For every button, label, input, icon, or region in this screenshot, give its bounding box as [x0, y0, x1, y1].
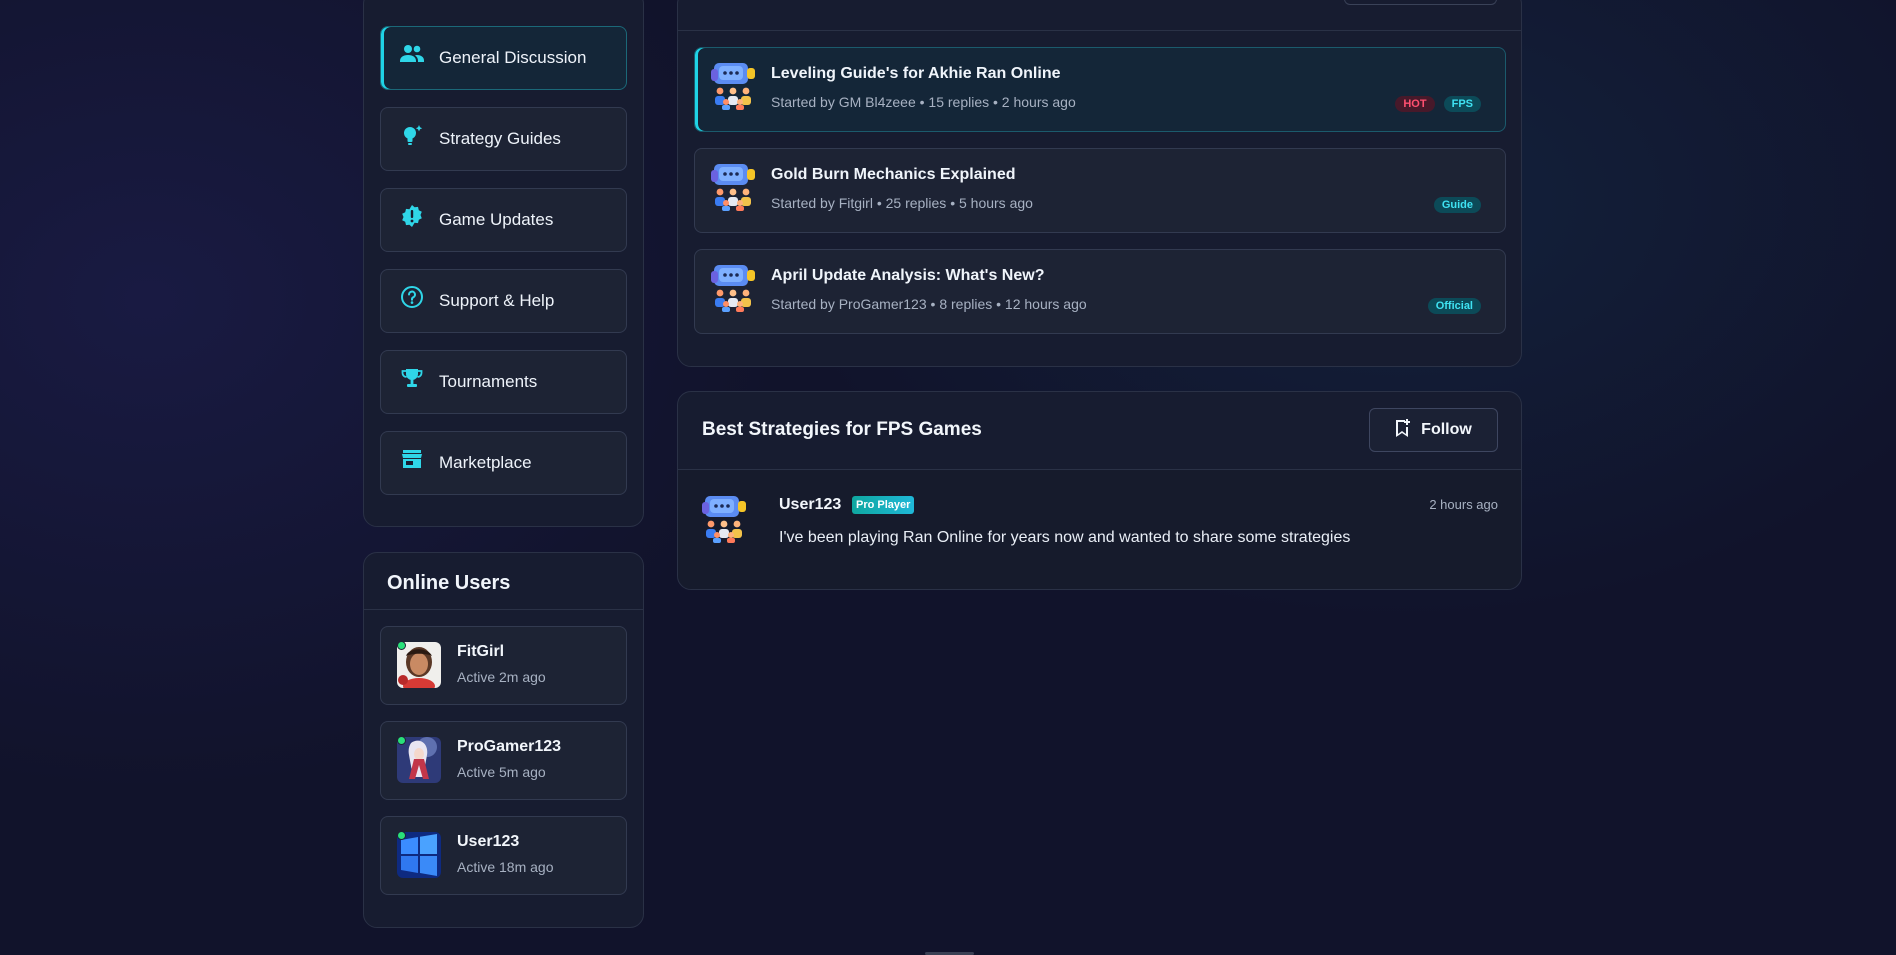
trophy-icon [399, 365, 425, 391]
user-status: Active 5m ago [457, 764, 546, 780]
online-indicator [397, 831, 406, 840]
online-user-item[interactable]: FitGirl Active 2m ago [380, 626, 627, 705]
sidebar-item-label: General Discussion [439, 48, 587, 67]
sidebar-item-general-discussion[interactable]: General Discussion [380, 26, 627, 90]
thread-title: Gold Burn Mechanics Explained [771, 166, 1016, 183]
tag-official: Official [1427, 298, 1481, 314]
thread-item[interactable]: April Update Analysis: What's New? Start… [694, 249, 1506, 334]
online-user-item[interactable]: User123 Active 18m ago [380, 816, 627, 895]
author-avatar [702, 495, 748, 543]
users-icon [399, 41, 425, 67]
lightbulb-icon [399, 122, 425, 148]
thread-tags: HOT FPS [1395, 96, 1481, 112]
online-users-panel: Online Users FitGirl Active 2m ago ProGa… [363, 552, 644, 928]
forum-icon [711, 163, 757, 211]
user-status: Active 18m ago [457, 859, 554, 875]
follow-button[interactable]: Follow [1369, 408, 1498, 452]
panel-divider [364, 609, 643, 610]
help-circle-icon [399, 284, 425, 310]
thread-tags: Guide [1433, 197, 1481, 213]
sidebar-item-label: Game Updates [439, 210, 554, 229]
thread-title: April Update Analysis: What's New? [771, 267, 1045, 284]
header-button[interactable] [1344, 0, 1497, 5]
tag-guide: Guide [1433, 197, 1481, 213]
thread-meta: Started by GM Bl4zeee • 15 replies • 2 h… [771, 94, 1076, 110]
store-icon [399, 446, 425, 472]
author-name[interactable]: User123 [779, 496, 841, 514]
post-title: Best Strategies for FPS Games [702, 419, 982, 440]
sidebar-item-label: Support & Help [439, 291, 555, 310]
sidebar-item-tournaments[interactable]: Tournaments [380, 350, 627, 414]
panel-divider [678, 30, 1521, 31]
follow-label: Follow [1421, 421, 1472, 438]
thread-title: Leveling Guide's for Akhie Ran Online [771, 65, 1061, 82]
user-name: ProGamer123 [457, 738, 562, 755]
bookmark-add-icon [1395, 418, 1411, 442]
thread-list-panel: Leveling Guide's for Akhie Ran Online St… [677, 0, 1522, 367]
thread-tags: Official [1427, 298, 1481, 314]
online-indicator [397, 736, 406, 745]
sidebar-item-support-help[interactable]: Support & Help [380, 269, 627, 333]
online-users-title: Online Users [387, 572, 511, 594]
user-status: Active 2m ago [457, 669, 546, 685]
forum-icon [711, 62, 757, 110]
post-card: Best Strategies for FPS Games Follow Use… [677, 391, 1522, 590]
forum-icon [711, 264, 757, 312]
thread-meta: Started by ProGamer123 • 8 replies • 12 … [771, 296, 1087, 312]
user-name: User123 [457, 833, 520, 850]
post-timestamp: 2 hours ago [1429, 497, 1498, 512]
thread-meta: Started by Fitgirl • 25 replies • 5 hour… [771, 195, 1033, 211]
online-indicator [397, 641, 406, 650]
tag-hot: HOT [1395, 96, 1435, 112]
user-name: FitGirl [457, 643, 505, 660]
sidebar-item-label: Tournaments [439, 372, 538, 391]
category-sidebar: General Discussion Strategy Guides Game … [363, 0, 644, 527]
thread-item[interactable]: Gold Burn Mechanics Explained Started by… [694, 148, 1506, 233]
sidebar-item-label: Strategy Guides [439, 129, 561, 148]
pro-player-badge: Pro Player [852, 496, 915, 514]
sidebar-item-strategy-guides[interactable]: Strategy Guides [380, 107, 627, 171]
alert-badge-icon [399, 203, 425, 229]
post-text: I've been playing Ran Online for years n… [779, 529, 1351, 546]
online-user-item[interactable]: ProGamer123 Active 5m ago [380, 721, 627, 800]
sidebar-item-marketplace[interactable]: Marketplace [380, 431, 627, 495]
thread-item[interactable]: Leveling Guide's for Akhie Ran Online St… [694, 47, 1506, 132]
sidebar-item-label: Marketplace [439, 453, 532, 472]
tag-fps: FPS [1443, 96, 1481, 112]
sidebar-item-game-updates[interactable]: Game Updates [380, 188, 627, 252]
